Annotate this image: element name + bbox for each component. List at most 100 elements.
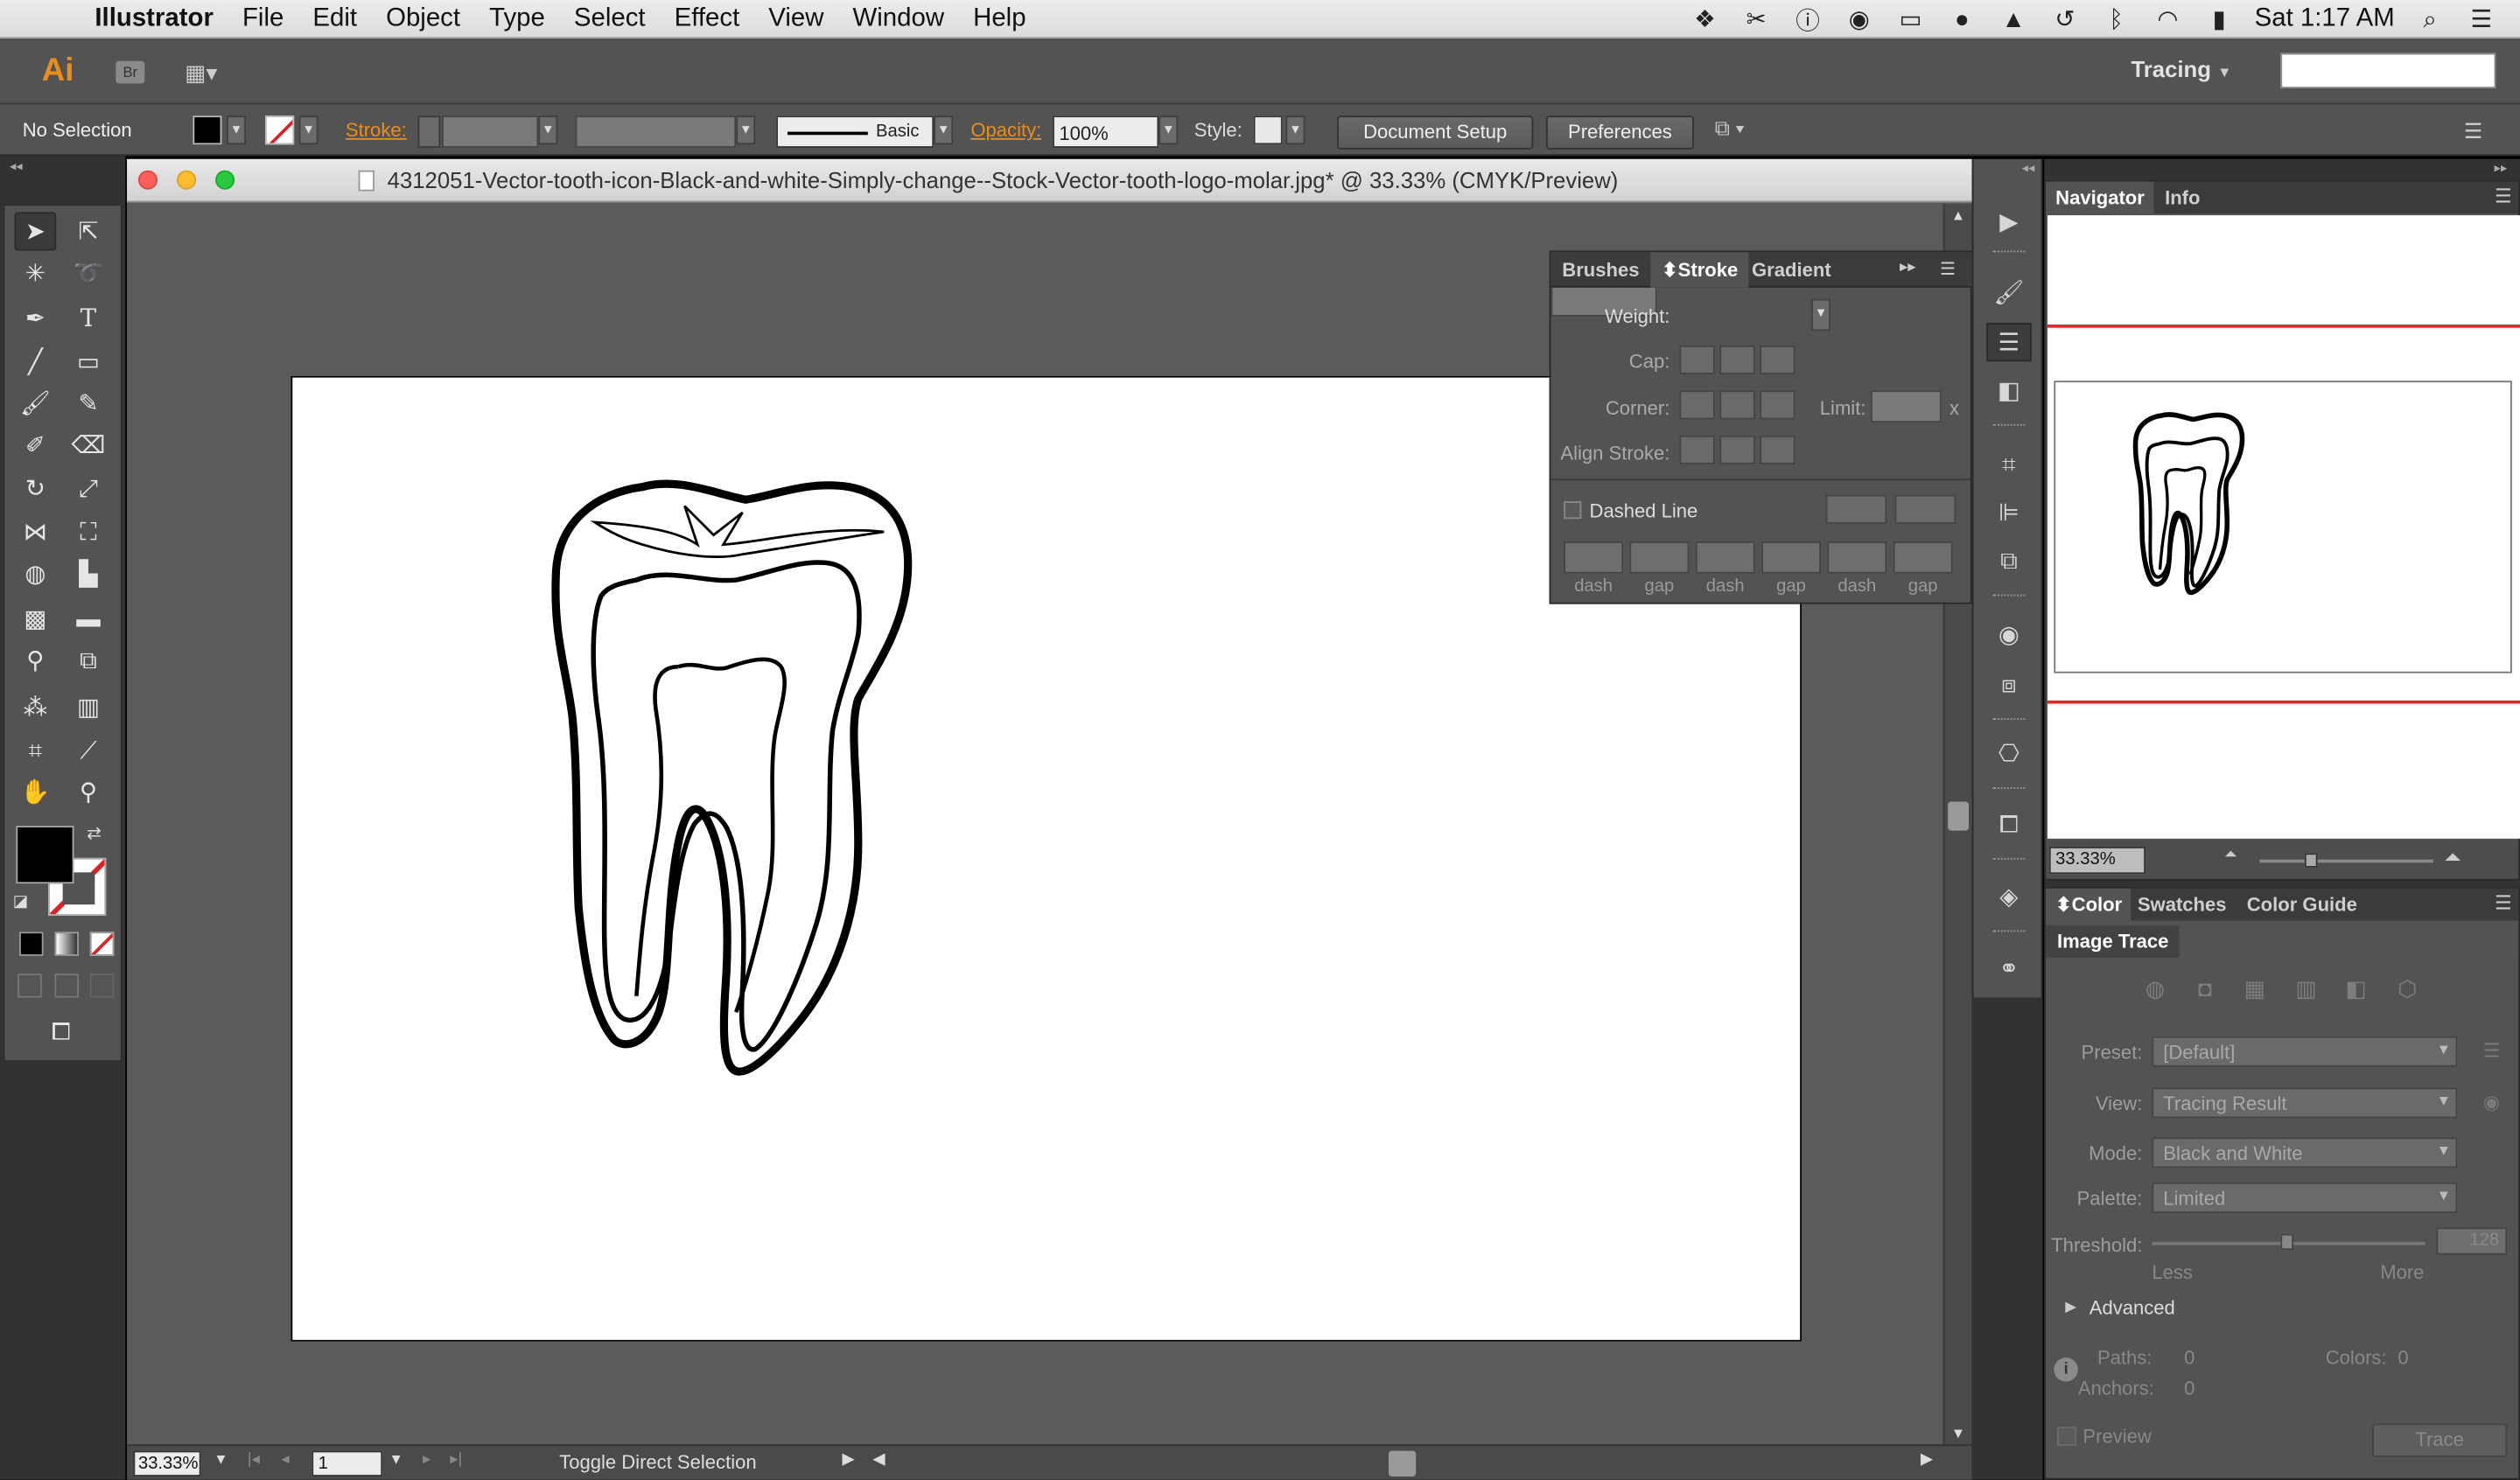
outline-icon[interactable]: ⬡ bbox=[2391, 975, 2424, 1008]
preferences-button[interactable]: Preferences bbox=[1545, 115, 1694, 150]
pen-tool-icon[interactable]: ✒ bbox=[15, 299, 57, 338]
trace-button[interactable]: Trace bbox=[2372, 1423, 2508, 1457]
slice-tool-icon[interactable]: ⟋ bbox=[67, 731, 109, 770]
navigator-zoom-slider[interactable] bbox=[2259, 853, 2433, 868]
gap-2-field[interactable] bbox=[1761, 541, 1822, 574]
rectangle-tool-icon[interactable]: ▭ bbox=[67, 342, 109, 380]
view-source-eye-icon[interactable]: ◉ bbox=[2483, 1091, 2500, 1113]
status-menu-arrow-icon[interactable]: ▶ bbox=[842, 1451, 854, 1469]
scroll-right-arrow-icon[interactable]: ▶ bbox=[1921, 1451, 1933, 1469]
free-transform-tool-icon[interactable]: ⛶ bbox=[67, 513, 109, 551]
scale-tool-icon[interactable]: ⤢ bbox=[67, 469, 109, 507]
tab-color[interactable]: ⬍Color bbox=[2046, 888, 2132, 921]
transform-options-icon[interactable]: ⧉ ▾ bbox=[1715, 115, 1745, 141]
threshold-value-field[interactable]: 128 bbox=[2436, 1227, 2508, 1255]
blend-tool-icon[interactable]: ⧉ bbox=[67, 641, 109, 680]
dash-3-field[interactable] bbox=[1827, 541, 1887, 574]
last-artboard-icon[interactable]: ▸| bbox=[450, 1451, 462, 1469]
bridge-button[interactable]: Br bbox=[116, 60, 145, 84]
eye-icon[interactable]: ◉ bbox=[1843, 5, 1875, 33]
tab-stroke[interactable]: ⬍Stroke bbox=[1650, 252, 1750, 288]
column-graph-tool-icon[interactable]: ▥ bbox=[67, 688, 109, 726]
screen-mode-icon[interactable]: ⧠ bbox=[40, 1012, 82, 1051]
grip[interactable] bbox=[1992, 594, 2026, 598]
control-panel-menu-icon[interactable]: ☰ bbox=[2464, 119, 2482, 144]
menu-window[interactable]: Window bbox=[838, 4, 959, 33]
dash-1-field[interactable] bbox=[1564, 541, 1624, 574]
grip[interactable] bbox=[1992, 718, 2026, 722]
close-window-button[interactable] bbox=[137, 170, 158, 190]
variable-width-dropdown[interactable]: ▼ bbox=[736, 115, 756, 145]
chat-bubble-icon[interactable]: ● bbox=[1946, 5, 1978, 34]
gap-3-field[interactable] bbox=[1893, 541, 1953, 574]
image-trace-title[interactable]: Image Trace bbox=[2046, 925, 2180, 958]
stroke-weight-stepper[interactable] bbox=[417, 115, 441, 148]
layers-panel-icon[interactable]: ◈ bbox=[1986, 877, 2031, 916]
align-center-icon[interactable] bbox=[1679, 435, 1715, 464]
tab-swatches[interactable]: Swatches bbox=[2128, 889, 2236, 921]
tab-gradient[interactable]: Gradient bbox=[1740, 252, 1842, 287]
high-color-icon[interactable]: ◘ bbox=[2189, 975, 2222, 1008]
stroke-color-swatch[interactable] bbox=[265, 115, 295, 145]
bluetooth-icon[interactable]: ᛒ bbox=[2100, 5, 2132, 34]
black-and-white-icon[interactable]: ◧ bbox=[2340, 975, 2372, 1008]
lasso-tool-icon[interactable]: ➰ bbox=[67, 254, 109, 292]
draw-inside-icon[interactable] bbox=[89, 974, 115, 998]
artboard-tool-icon[interactable]: ⌗ bbox=[15, 731, 57, 770]
dashed-line-checkbox[interactable] bbox=[1564, 501, 1582, 520]
selection-tool-icon[interactable]: ➤ bbox=[14, 212, 57, 251]
auto-color-icon[interactable]: ◍ bbox=[2139, 975, 2172, 1008]
preserve-dash-icon[interactable] bbox=[1825, 494, 1887, 524]
tab-navigator[interactable]: Navigator bbox=[2046, 181, 2154, 214]
artboard-dropdown-arrow-icon[interactable]: ▼ bbox=[388, 1451, 402, 1467]
transform-panel-icon[interactable]: ⌗ bbox=[1986, 445, 2031, 484]
round-join-icon[interactable] bbox=[1719, 390, 1755, 420]
zoom-window-button[interactable] bbox=[215, 170, 235, 190]
panel-menu-icon[interactable]: ☰ bbox=[1940, 259, 1956, 280]
zoom-slider-knob[interactable] bbox=[2304, 853, 2318, 868]
low-color-icon[interactable]: ▦ bbox=[2239, 975, 2272, 1008]
opacity-label[interactable]: Opacity: bbox=[970, 119, 1041, 142]
line-segment-tool-icon[interactable]: ╱ bbox=[15, 342, 57, 380]
mesh-tool-icon[interactable]: ▩ bbox=[15, 599, 57, 638]
wifi-icon[interactable]: ◠ bbox=[2152, 5, 2184, 33]
links-panel-icon[interactable]: ⚭ bbox=[1986, 950, 2031, 988]
magic-wand-tool-icon[interactable]: ✳ bbox=[15, 254, 57, 292]
stroke-label[interactable]: Stroke: bbox=[346, 119, 407, 142]
arrange-documents-icon[interactable]: ▦▾ bbox=[185, 59, 233, 85]
workspace-switcher[interactable]: Tracing ▼ bbox=[2132, 56, 2232, 81]
artboard-number-field[interactable]: 1 bbox=[312, 1450, 383, 1477]
grip[interactable] bbox=[1992, 423, 2026, 428]
color-panel-menu-icon[interactable]: ☰ bbox=[2495, 891, 2512, 914]
menu-app-illustrator[interactable]: Illustrator bbox=[80, 4, 228, 33]
navigator-preview[interactable] bbox=[2048, 215, 2520, 839]
notification-list-icon[interactable]: ☰ bbox=[2466, 5, 2498, 33]
display-icon[interactable]: ▭ bbox=[1894, 5, 1927, 33]
dash-2-field[interactable] bbox=[1695, 541, 1755, 574]
draw-behind-icon[interactable] bbox=[54, 974, 79, 998]
navigator-zoom-field[interactable]: 33.33% bbox=[2048, 846, 2146, 875]
weight-dropdown-arrow[interactable]: ▼ bbox=[1811, 298, 1831, 332]
limit-field[interactable] bbox=[1870, 390, 1942, 423]
preset-select[interactable]: [Default] ▼ bbox=[2152, 1036, 2458, 1067]
menu-file[interactable]: File bbox=[228, 4, 298, 33]
drive-icon[interactable]: ▲ bbox=[1998, 5, 2030, 34]
align-panel-icon[interactable]: ⊫ bbox=[1986, 493, 2031, 532]
help-search-input[interactable] bbox=[2280, 52, 2496, 89]
perspective-grid-tool-icon[interactable]: ▙ bbox=[67, 555, 109, 593]
image-trace-panel-icon[interactable]: ⎔ bbox=[1986, 734, 2031, 772]
pathfinder-panel-icon[interactable]: ⧉ bbox=[1986, 541, 2031, 580]
threshold-slider-knob[interactable] bbox=[2280, 1233, 2294, 1250]
eyedropper-tool-icon[interactable]: ⚲ bbox=[15, 641, 57, 680]
menu-select[interactable]: Select bbox=[559, 4, 660, 33]
none-mode-icon[interactable] bbox=[89, 932, 115, 956]
menu-view[interactable]: View bbox=[754, 4, 838, 33]
clock[interactable]: Sat 1:17 AM bbox=[2255, 5, 2395, 34]
projecting-cap-icon[interactable] bbox=[1760, 345, 1796, 374]
width-tool-icon[interactable]: ⋈ bbox=[15, 513, 57, 551]
tab-info[interactable]: Info bbox=[2155, 182, 2209, 214]
battery-icon[interactable]: ▮ bbox=[2203, 5, 2236, 33]
dropbox-icon[interactable]: ❖ bbox=[1689, 5, 1721, 33]
advanced-disclosure-icon[interactable]: ▶ bbox=[2065, 1298, 2076, 1316]
butt-cap-icon[interactable] bbox=[1679, 345, 1715, 374]
